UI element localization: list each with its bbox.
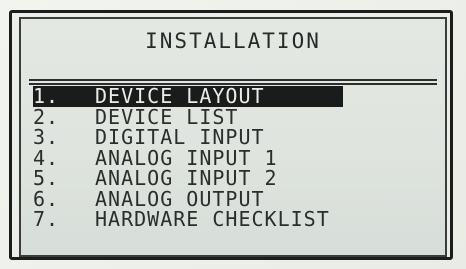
menu-item-digital-input[interactable]: 3. DIGITAL INPUT bbox=[33, 127, 437, 148]
menu-item-analog-input-1[interactable]: 4. ANALOG INPUT 1 bbox=[33, 148, 437, 169]
menu-item-label: DIGITAL INPUT bbox=[95, 125, 265, 150]
menu-item-label: HARDWARE CHECKLIST bbox=[95, 207, 330, 232]
menu-item-number: 3. bbox=[33, 125, 60, 150]
menu-item-label: ANALOG INPUT 2 bbox=[95, 166, 278, 191]
menu-item-label: DEVICE LIST bbox=[95, 104, 239, 129]
menu-item-number: 6. bbox=[33, 186, 60, 211]
menu-item-label: ANALOG INPUT 1 bbox=[95, 145, 278, 170]
menu-item-label: ANALOG OUTPUT bbox=[95, 186, 265, 211]
menu-item-device-layout[interactable]: 1. DEVICE LAYOUT bbox=[33, 86, 343, 107]
title-divider bbox=[29, 79, 437, 81]
menu-item-analog-output[interactable]: 6. ANALOG OUTPUT bbox=[33, 189, 437, 210]
menu-item-number: 4. bbox=[33, 145, 60, 170]
lcd-screen: INSTALLATION 1. DEVICE LAYOUT 2. DEVICE … bbox=[19, 17, 447, 257]
menu-item-number: 1. bbox=[33, 84, 60, 109]
screen-title: INSTALLATION bbox=[145, 29, 321, 53]
menu-item-analog-input-2[interactable]: 5. ANALOG INPUT 2 bbox=[33, 168, 437, 189]
menu-item-number: 7. bbox=[33, 207, 60, 232]
menu-item-hardware-checklist[interactable]: 7. HARDWARE CHECKLIST bbox=[33, 209, 437, 230]
menu-item-label: DEVICE LAYOUT bbox=[95, 84, 265, 109]
menu-item-number: 5. bbox=[33, 166, 60, 191]
menu-item-device-list[interactable]: 2. DEVICE LIST bbox=[33, 107, 437, 128]
installation-menu: 1. DEVICE LAYOUT 2. DEVICE LIST 3. DIGIT… bbox=[33, 86, 437, 230]
menu-item-number: 2. bbox=[33, 104, 60, 129]
